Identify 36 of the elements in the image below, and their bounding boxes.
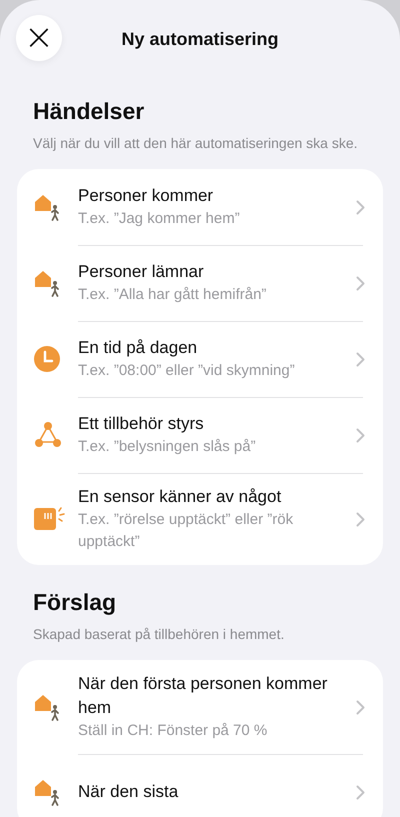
item-subtitle: Ställ in CH: Fönster på 70 % xyxy=(78,721,268,741)
list-item[interactable]: En sensor känner av något T.ex. ”rörelse upptäckt” eller ”rök upptäckt” xyxy=(17,473,383,565)
sensor-icon xyxy=(33,505,65,533)
item-subtitle: T.ex. ”Jag kommer hem” xyxy=(78,209,241,229)
list-item[interactable]: Personer kommer T.ex. ”Jag kommer hem” xyxy=(17,169,383,245)
chevron-icon xyxy=(356,428,365,442)
list-item[interactable]: Ett tillbehör styrs T.ex. ”belysningen slås på” xyxy=(17,397,383,473)
list-item[interactable]: När den sista xyxy=(17,754,383,817)
chevron-icon xyxy=(356,784,365,800)
item-title: En tid på dagen xyxy=(78,337,198,359)
item-title: Personer lämnar xyxy=(78,261,205,283)
clock-icon xyxy=(33,345,61,373)
item-subtitle: T.ex. ”08:00” eller ”vid skymning” xyxy=(78,361,296,381)
item-title: När den sista xyxy=(78,781,180,803)
connected-nodes-icon xyxy=(33,421,63,449)
chevron-icon xyxy=(356,352,365,366)
section-description: Skapad baserat på tillbehören i hemmet. xyxy=(33,625,286,644)
list-item[interactable]: Personer lämnar T.ex. ”Alla har gått hemifrån” xyxy=(17,245,383,321)
chevron-icon xyxy=(356,276,365,290)
item-title: När den första personen kommer hem xyxy=(78,673,328,719)
section-title: Förslag xyxy=(33,589,118,616)
item-title: Personer kommer xyxy=(78,185,214,207)
item-title: Ett tillbehör styrs xyxy=(78,413,205,435)
chevron-icon xyxy=(356,700,365,714)
section-description: Välj när du vill att den här automatiseringen ska ske. xyxy=(33,134,359,153)
close-button[interactable]: × xyxy=(16,15,62,61)
list-item[interactable]: När den första personen kommer hem Ställ in CH: Fönster på 70 % xyxy=(17,660,383,754)
window-title: Ny automatisering xyxy=(121,28,279,50)
list-item[interactable]: En tid på dagen T.ex. ”08:00” eller ”vid skymning” xyxy=(17,321,383,397)
section-title: Händelser xyxy=(33,98,146,125)
chevron-icon xyxy=(356,200,365,214)
chevron-icon xyxy=(356,512,365,526)
item-subtitle: T.ex. ”Alla har gått hemifrån” xyxy=(78,285,268,305)
item-subtitle: T.ex. ”rörelse upptäckt” eller ”rök upptäckt” xyxy=(78,510,294,552)
item-subtitle: T.ex. ”belysningen slås på” xyxy=(78,437,257,457)
item-title: En sensor känner av något xyxy=(78,486,282,508)
